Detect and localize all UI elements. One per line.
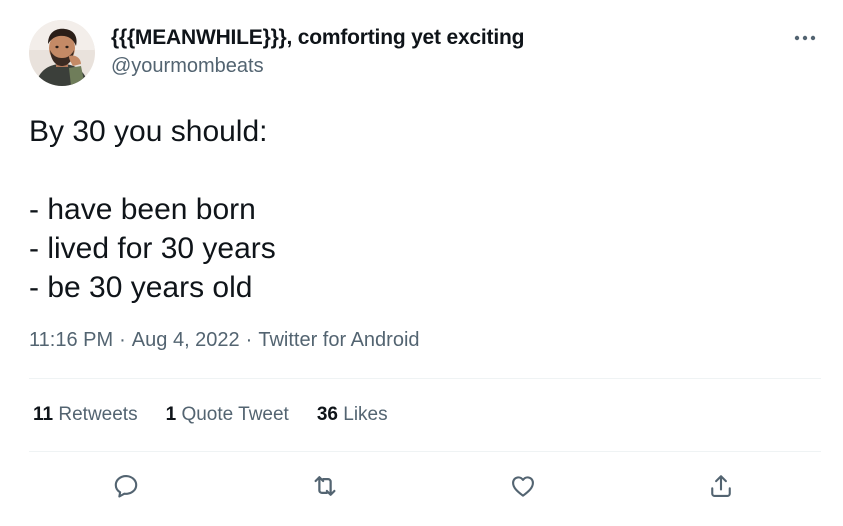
avatar[interactable]	[29, 20, 95, 86]
author-handle[interactable]: @yourmombeats	[111, 55, 264, 78]
retweets-stat[interactable]: 11 Retweets	[33, 404, 138, 426]
share-icon	[711, 475, 731, 497]
tweet-source[interactable]: Twitter for Android	[258, 329, 419, 351]
retweets-count: 11	[33, 404, 54, 425]
quote-tweets-label: Quote Tweet	[181, 404, 289, 425]
tweet-card: {{{MEANWHILE}}}, comforting yet exciting…	[0, 0, 843, 526]
more-options-button[interactable]	[790, 26, 820, 50]
likes-label: Likes	[343, 404, 388, 425]
divider	[29, 378, 821, 379]
reply-icon	[114, 475, 138, 498]
tweet-date[interactable]: Aug 4, 2022	[132, 329, 240, 351]
author-display-name[interactable]: {{{MEANWHILE}}}, comforting yet exciting	[111, 26, 524, 50]
heart-icon	[512, 476, 534, 497]
likes-count: 36	[316, 404, 338, 425]
more-horizontal-icon	[794, 35, 816, 41]
avatar-image	[29, 20, 95, 86]
retweets-label: Retweets	[58, 404, 138, 425]
meta-separator: ·	[245, 329, 253, 351]
share-button[interactable]	[701, 466, 741, 506]
reply-button[interactable]	[106, 466, 146, 506]
tweet-time[interactable]: 11:16 PM	[29, 329, 113, 351]
quote-tweets-count: 1	[165, 404, 177, 425]
tweet-text: By 30 you should: - have been born - liv…	[29, 115, 276, 304]
engagement-stats: 11 Retweets 1 Quote Tweet 36 Likes	[33, 404, 416, 426]
retweet-icon	[314, 476, 336, 496]
tweet-metadata: 11:16 PM · Aug 4, 2022 · Twitter for Android	[29, 329, 420, 352]
like-button[interactable]	[503, 466, 543, 506]
divider	[29, 451, 821, 452]
meta-separator: ·	[119, 329, 126, 351]
quote-tweets-stat[interactable]: 1 Quote Tweet	[166, 404, 289, 426]
likes-stat[interactable]: 36 Likes	[317, 404, 388, 426]
action-bar	[0, 466, 843, 506]
retweet-button[interactable]	[305, 466, 345, 506]
